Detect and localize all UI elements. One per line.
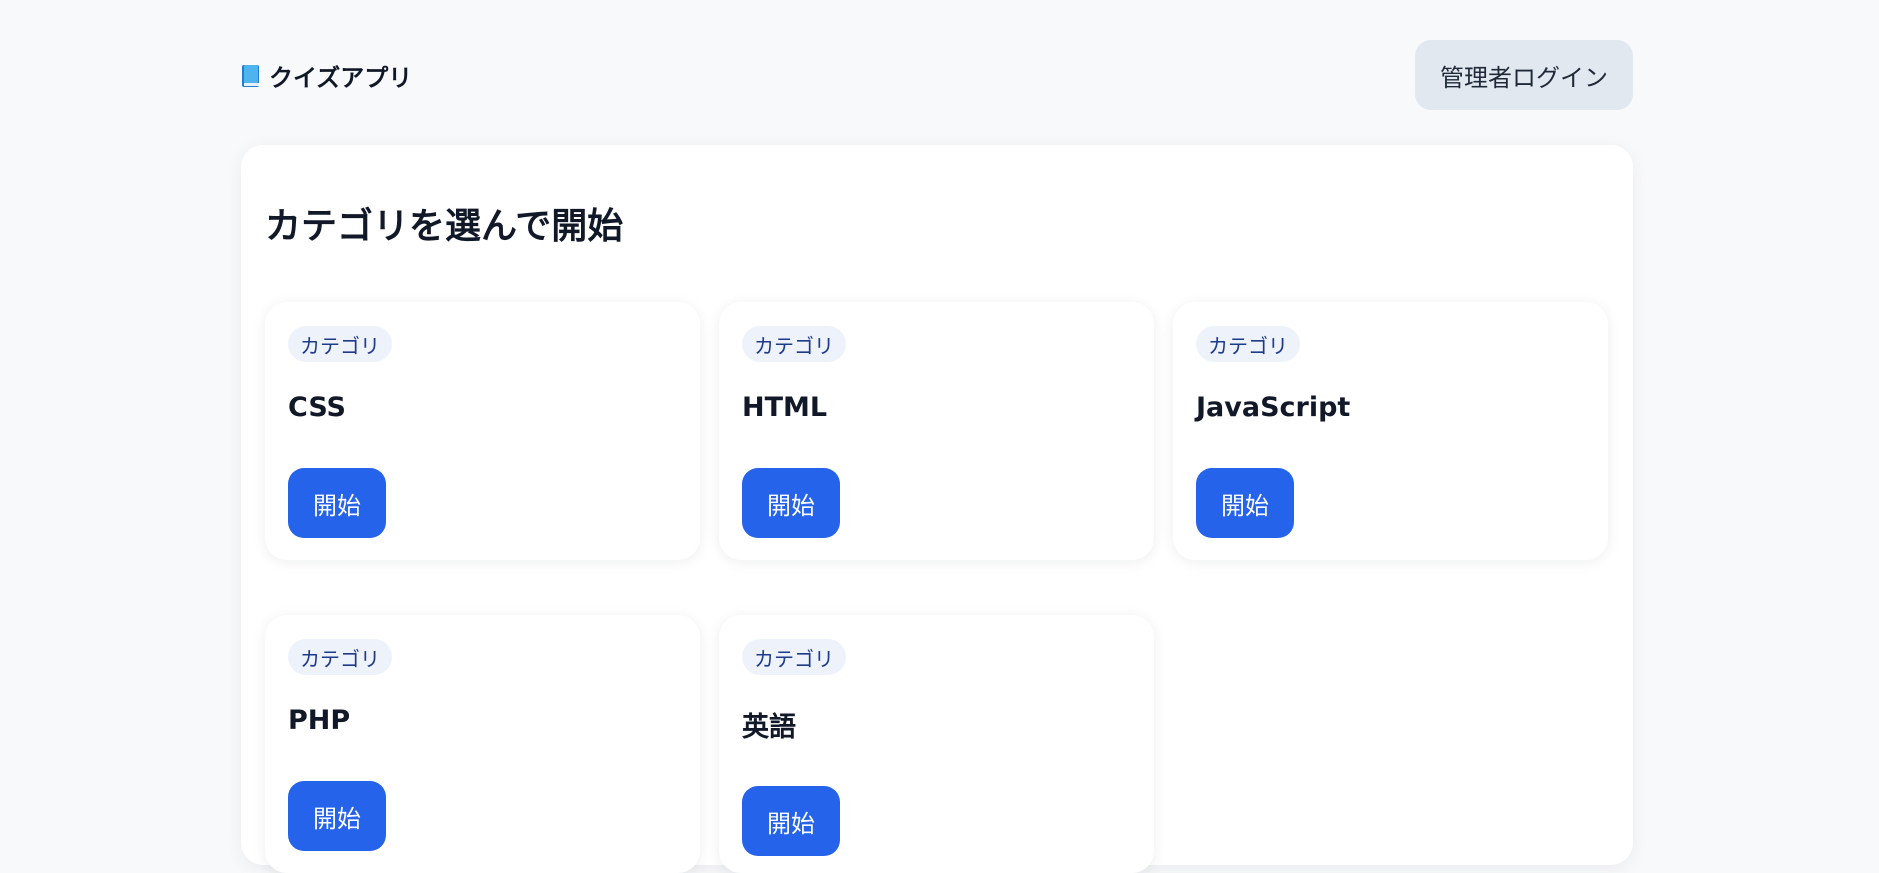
category-chip: カテゴリ [288,639,392,675]
start-button-php[interactable]: 開始 [288,781,386,851]
start-button-html[interactable]: 開始 [742,468,840,538]
category-card-english: カテゴリ 英語 開始 [719,615,1154,873]
category-chip: カテゴリ [288,326,392,362]
category-card-css: カテゴリ CSS 開始 [265,302,700,560]
page-title: カテゴリを選んで開始 [265,206,624,247]
category-title: PHP [288,705,351,736]
start-button-english[interactable]: 開始 [742,786,840,856]
category-card-javascript: カテゴリ JavaScript 開始 [1173,302,1608,560]
category-card-html: カテゴリ HTML 開始 [719,302,1154,560]
book-icon [241,64,259,87]
category-chip: カテゴリ [1196,326,1300,362]
category-chip: カテゴリ [742,639,846,675]
start-button-javascript[interactable]: 開始 [1196,468,1294,538]
brand: クイズアプリ [241,58,412,93]
category-title: JavaScript [1196,392,1351,423]
app-header: クイズアプリ 管理者ログイン [241,40,1633,110]
admin-login-button[interactable]: 管理者ログイン [1415,40,1633,110]
category-title: HTML [742,392,828,423]
start-button-css[interactable]: 開始 [288,468,386,538]
category-card-php: カテゴリ PHP 開始 [265,615,700,873]
app-title: クイズアプリ [269,63,413,92]
category-chip: カテゴリ [742,326,846,362]
category-panel: カテゴリを選んで開始 カテゴリ CSS 開始 カテゴリ HTML 開始 カテゴリ… [241,145,1633,873]
category-title: 英語 [742,712,796,743]
category-title: CSS [288,392,346,423]
